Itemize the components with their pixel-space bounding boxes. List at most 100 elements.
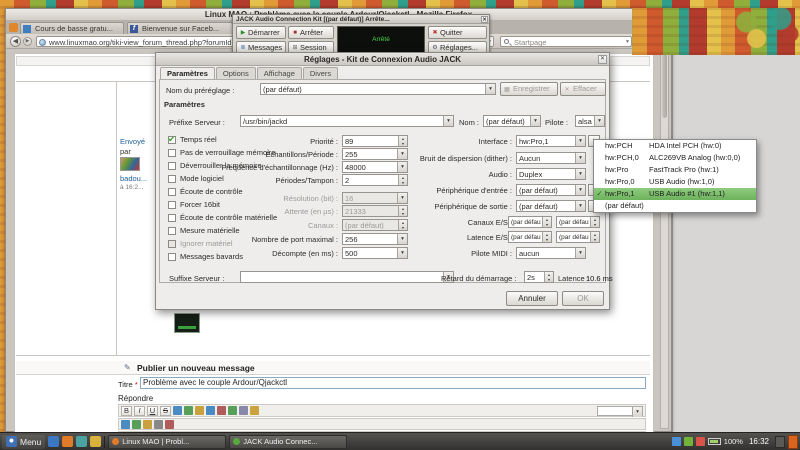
quote-icon[interactable] — [217, 406, 226, 415]
style-select[interactable]: ▾ — [597, 406, 643, 416]
strikethrough-button[interactable]: S — [160, 406, 171, 416]
files-launcher-icon[interactable] — [90, 436, 101, 447]
workspace-pager[interactable] — [775, 436, 785, 448]
start-delay-spinbox[interactable]: 2s ▴▾ — [524, 271, 554, 283]
find-icon[interactable] — [143, 420, 152, 429]
spinner-arrows-icon[interactable]: ▴▾ — [398, 175, 407, 185]
clear-preset-button[interactable]: ✕ Effacer — [560, 82, 606, 96]
update-tray-icon[interactable] — [684, 437, 693, 446]
forward-button[interactable]: ▶ — [23, 37, 32, 46]
checkbox-box[interactable] — [168, 188, 176, 196]
avatar[interactable] — [120, 157, 140, 171]
firefox-launcher-icon[interactable] — [62, 436, 73, 447]
preset-combo[interactable]: (par défaut) ▾ — [260, 83, 496, 95]
dropdown-item-par-defaut[interactable]: (par défaut) — [594, 200, 756, 212]
port-maximal-combo[interactable]: 256▾ — [342, 233, 408, 245]
input-device-combo[interactable]: (par défaut)▾ — [516, 184, 586, 196]
spinner-arrows-icon[interactable]: ▴▾ — [544, 272, 553, 282]
chevron-down-icon[interactable]: ▼ — [625, 37, 630, 48]
latence-in-spinbox[interactable]: (par défaut)▴▾ — [508, 231, 552, 243]
link-icon[interactable] — [173, 406, 182, 415]
browser-launcher-icon[interactable] — [48, 436, 59, 447]
menu-button[interactable]: Menu — [2, 435, 45, 449]
server-name-combo[interactable]: (par défaut) ▾ — [483, 115, 541, 127]
dropdown-item-hw-pch-0[interactable]: hw:PCH,0 ALC269VB Analog (hw:0,0) — [594, 152, 756, 164]
list-icon[interactable] — [228, 406, 237, 415]
italic-button[interactable]: I — [134, 406, 145, 416]
save-preset-button[interactable]: ▦ Enregistrer — [500, 82, 558, 96]
spinner-arrows-icon[interactable]: ▴▾ — [590, 232, 599, 242]
server-suffix-combo[interactable]: ▾ — [240, 271, 454, 283]
post-author-link[interactable]: badou... — [120, 174, 147, 183]
dropdown-item-hw-pro-1[interactable]: hw:Pro,1 USB Audio #1 (hw:1,1) — [594, 188, 756, 200]
help-icon[interactable] — [165, 420, 174, 429]
stop-button[interactable]: ■ Arrêter — [288, 26, 334, 39]
dither-combo[interactable]: Aucun▾ — [516, 152, 586, 164]
midi-driver-combo[interactable]: aucun▾ — [516, 247, 586, 259]
taskbar-window-jack[interactable]: JACK Audio Connec... — [229, 435, 347, 449]
show-desktop-button[interactable] — [788, 435, 798, 449]
decompte-combo[interactable]: 500▾ — [342, 247, 408, 259]
back-button[interactable]: ◀ — [10, 36, 21, 47]
dropdown-item-hw-pro-0[interactable]: hw:Pro,0 USB Audio (hw:1,0) — [594, 176, 756, 188]
checkbox-box[interactable] — [168, 136, 176, 144]
volume-tray-icon[interactable] — [696, 437, 705, 446]
tab-group-icon[interactable] — [9, 23, 18, 32]
title-input[interactable]: Problème avec le couple Ardour/Qjackctl — [140, 377, 646, 389]
network-tray-icon[interactable] — [672, 437, 681, 446]
latence-out-spinbox[interactable]: (par défaut)▴▾ — [556, 231, 600, 243]
image-icon[interactable] — [184, 406, 193, 415]
output-device-combo[interactable]: (par défaut)▾ — [516, 200, 586, 212]
table-icon[interactable] — [206, 406, 215, 415]
canaux-in-spinbox[interactable]: (par défaut)▴▾ — [508, 216, 552, 228]
priorite-spinbox[interactable]: 89▴▾ — [342, 135, 408, 147]
terminal-launcher-icon[interactable] — [76, 436, 87, 447]
fullscreen-icon[interactable] — [154, 420, 163, 429]
driver-combo[interactable]: alsa ▾ — [575, 115, 605, 127]
checkbox-box[interactable] — [168, 162, 176, 170]
cancel-button[interactable]: Annuler — [506, 291, 558, 306]
undo-icon[interactable] — [121, 420, 130, 429]
spinner-arrows-icon[interactable]: ▴▾ — [542, 232, 551, 242]
interface-combo[interactable]: hw:Pro,1▾ — [516, 135, 586, 147]
checkbox-box[interactable] — [168, 214, 176, 222]
checkbox-box[interactable] — [168, 240, 176, 248]
dropdown-item-hw-pch[interactable]: hw:PCH HDA Intel PCH (hw:0) — [594, 140, 756, 152]
redo-icon[interactable] — [132, 420, 141, 429]
underline-button[interactable]: U — [147, 406, 158, 416]
periodes-spinbox[interactable]: 2▴▾ — [342, 174, 408, 186]
clock[interactable]: 16:32 — [749, 437, 769, 446]
bold-button[interactable]: B — [121, 406, 132, 416]
start-button[interactable]: ▶ Démarrer — [236, 26, 286, 39]
close-icon[interactable]: ✕ — [598, 55, 607, 64]
code-icon[interactable] — [239, 406, 248, 415]
checkbox-box[interactable] — [168, 175, 176, 183]
checkbox-box[interactable] — [168, 253, 176, 261]
scrollbar[interactable] — [660, 51, 669, 429]
checkbox-box[interactable] — [168, 227, 176, 235]
dropdown-item-hw-pro[interactable]: hw:Pro FastTrack Pro (hw:1) — [594, 164, 756, 176]
checkbox-box[interactable] — [168, 149, 176, 157]
special-char-icon[interactable] — [250, 406, 259, 415]
tab-facebook[interactable]: f Bienvenue sur Faceb... — [127, 22, 233, 34]
audio-combo[interactable]: Duplex▾ — [516, 168, 586, 180]
echantillons-combo[interactable]: 255▾ — [342, 148, 408, 160]
smiley-icon[interactable] — [195, 406, 204, 415]
dialog-titlebar[interactable]: Réglages - Kit de Connexion Audio JACK — [156, 53, 609, 66]
taskbar-window-firefox[interactable]: Linux MAO | Probl... — [108, 435, 226, 449]
spinner-arrows-icon[interactable]: ▴▾ — [542, 217, 551, 227]
frequence-combo[interactable]: 48000▾ — [342, 161, 408, 173]
canaux-out-spinbox[interactable]: (par défaut)▴▾ — [556, 216, 600, 228]
spinner-arrows-icon[interactable]: ▴▾ — [590, 217, 599, 227]
search-text[interactable]: Startpage — [514, 38, 621, 47]
spinner-arrows-icon[interactable]: ▴▾ — [398, 136, 407, 146]
server-prefix-combo[interactable]: /usr/bin/jackd ▾ — [240, 115, 454, 127]
quit-button[interactable]: ✖ Quitter — [428, 26, 487, 39]
jack-titlebar[interactable]: JACK Audio Connection Kit [(par défaut)]… — [233, 15, 489, 24]
ok-button[interactable]: OK — [562, 291, 604, 306]
scrollbar-thumb[interactable] — [662, 54, 667, 118]
search-input[interactable]: Startpage ▼ — [500, 36, 632, 47]
close-icon[interactable]: ✕ — [481, 16, 488, 23]
attachment-thumbnail[interactable] — [174, 313, 200, 333]
checkbox-box[interactable] — [168, 201, 176, 209]
